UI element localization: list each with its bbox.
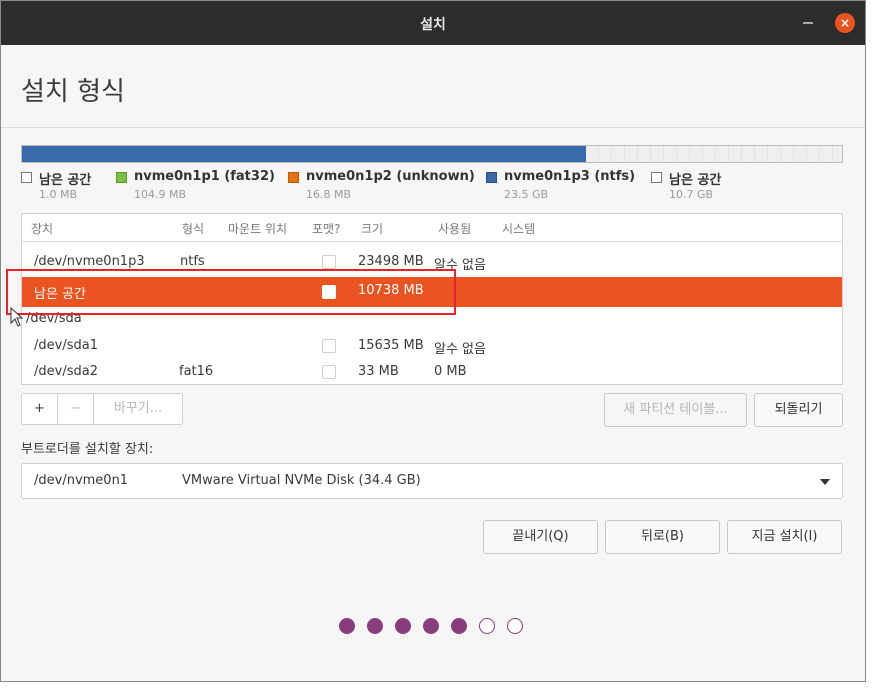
bootloader-device-description: VMware Virtual NVMe Disk (34.4 GB) (182, 473, 421, 488)
header-device[interactable]: 장치 (31, 220, 53, 237)
progress-dot-done (423, 618, 439, 634)
progress-dot-done (395, 618, 411, 634)
legend-name: nvme0n1p3 (ntfs) (504, 169, 636, 184)
progress-dot-done (339, 618, 355, 634)
dropdown-arrow-icon (820, 479, 830, 485)
cell-used: 알수 없음 (434, 342, 486, 357)
header-system[interactable]: 시스템 (502, 220, 535, 237)
window-title: 설치 (420, 17, 446, 33)
page-title: 설치 형식 (21, 77, 125, 107)
disk-segment-nvme0n1p3 (22, 146, 586, 162)
legend-size: 23.5 GB (504, 188, 549, 201)
close-icon[interactable]: × (835, 13, 855, 33)
legend-name: 남은 공간 (39, 173, 92, 188)
legend-name: nvme0n1p1 (fat32) (134, 169, 275, 184)
format-checkbox[interactable] (322, 339, 336, 353)
legend-name: nvme0n1p2 (unknown) (306, 169, 475, 184)
cell-type: ntfs (180, 254, 205, 269)
partition-toolbar: + − 바꾸기... (21, 393, 183, 425)
table-row[interactable]: /dev/sda2 fat16 33 MB 0 MB (22, 359, 842, 384)
new-partition-table-button[interactable]: 새 파티션 테이블... (604, 393, 747, 427)
bootloader-device-select[interactable]: /dev/nvme0n1 VMware Virtual NVMe Disk (3… (21, 463, 843, 499)
disk-usage-bar (21, 145, 843, 163)
header-type[interactable]: 형식 (182, 220, 204, 237)
annotation-highlight-box (6, 269, 456, 315)
cell-device: /dev/nvme0n1p3 (34, 254, 145, 269)
cell-device: /dev/sda2 (34, 364, 98, 379)
divider (1, 127, 865, 128)
revert-button[interactable]: 되돌리기 (754, 393, 843, 427)
progress-dot-pending (479, 618, 495, 634)
legend-size: 10.7 GB (669, 188, 714, 201)
minimize-icon[interactable] (803, 22, 813, 24)
cell-used: 0 MB (434, 364, 467, 379)
legend-size: 104.9 MB (134, 188, 187, 201)
header-size[interactable]: 크기 (361, 220, 383, 237)
cell-size: 33 MB (358, 364, 399, 379)
cell-device: /dev/sda1 (34, 338, 98, 353)
change-partition-button[interactable]: 바꾸기... (94, 394, 182, 424)
format-checkbox[interactable] (322, 255, 336, 269)
legend-swatch (486, 172, 497, 183)
add-partition-button[interactable]: + (22, 394, 58, 424)
back-button[interactable]: 뒤로(B) (605, 520, 720, 554)
quit-button[interactable]: 끝내기(Q) (483, 520, 598, 554)
remove-partition-button[interactable]: − (58, 394, 94, 424)
legend-size: 1.0 MB (39, 188, 78, 201)
bootloader-label: 부트로더를 설치할 장치: (21, 442, 154, 457)
step-progress-indicator (339, 618, 529, 634)
progress-dot-done (451, 618, 467, 634)
table-row[interactable]: /dev/sda1 15635 MB 알수 없음 (22, 333, 842, 360)
mouse-cursor-icon (10, 307, 24, 327)
bootloader-device: /dev/nvme0n1 (34, 473, 129, 488)
install-now-button[interactable]: 지금 설치(I) (727, 520, 842, 554)
title-bar: 설치 × (1, 1, 865, 45)
disk-segment-free-space (586, 146, 842, 162)
header-used[interactable]: 사용됨 (438, 220, 471, 237)
cell-size: 15635 MB (358, 338, 424, 353)
header-mount[interactable]: 마운트 위치 (228, 220, 287, 237)
legend-swatch (116, 172, 127, 183)
table-header: 장치 형식 마운트 위치 포맷? 크기 사용됨 시스템 (22, 214, 842, 242)
progress-dot-done (367, 618, 383, 634)
legend-swatch (651, 172, 662, 183)
installer-window: 설치 × 설치 형식 남은 공간 1.0 MB nvme0n1p1 (fat32… (0, 0, 866, 682)
legend-swatch (288, 172, 299, 183)
format-checkbox[interactable] (322, 365, 336, 379)
legend-size: 16.8 MB (306, 188, 352, 201)
progress-dot-pending (507, 618, 523, 634)
legend-swatch (21, 172, 32, 183)
cell-size: 23498 MB (358, 254, 424, 269)
cell-type: fat16 (179, 364, 214, 379)
header-format[interactable]: 포맷? (312, 220, 340, 237)
legend-name: 남은 공간 (669, 173, 722, 188)
